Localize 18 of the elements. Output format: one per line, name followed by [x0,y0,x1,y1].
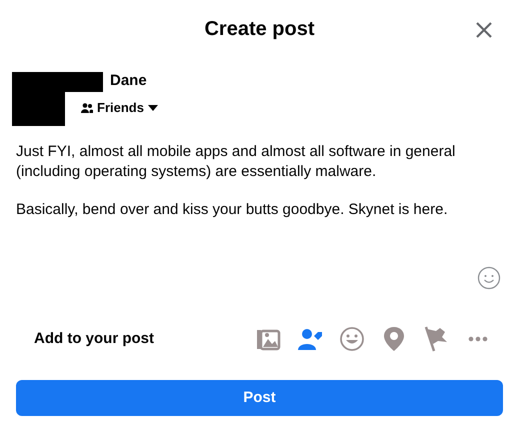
author-name: Dane [110,72,148,90]
post-button[interactable]: Post [16,380,503,416]
audience-selector[interactable]: Friends [81,98,158,118]
photo-icon [255,327,281,351]
flag-icon [423,326,449,352]
add-to-post-label: Add to your post [34,328,155,349]
post-text-area[interactable]: Just FYI, almost all mobile apps and almost all software in general (including operating systems) are essentially malware. Basically, bend over and kiss your butts goodbye. Skynet is here. [16,142,503,260]
emoji-icon[interactable] [477,266,501,290]
caret-icon [148,104,158,111]
more-icon [468,336,488,342]
person-tag-icon [297,327,323,351]
location-pin-icon [383,326,405,352]
post-paragraph: Just FYI, almost all mobile apps and almost all software in general (including operating systems) are essentially malware. [16,142,456,182]
post-paragraph: Basically, bend over and kiss your butts goodbye. Skynet is here. [16,200,449,220]
smiley-icon [339,326,365,352]
dialog-title: Create post [204,17,315,42]
people-icon [81,102,93,113]
close-icon[interactable] [475,21,493,39]
